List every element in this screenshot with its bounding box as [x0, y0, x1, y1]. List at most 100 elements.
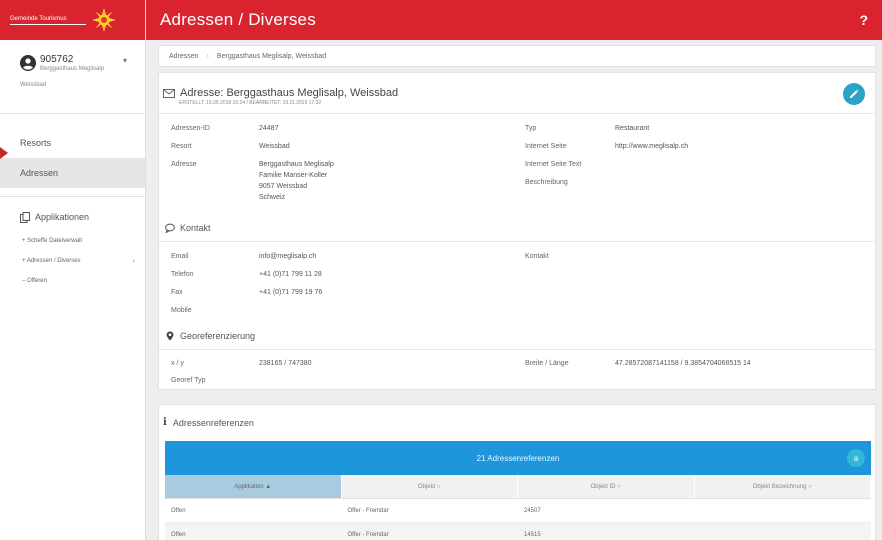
address-line: Familie Manser-Koller — [259, 172, 328, 179]
label-internet: Internet Seite — [525, 143, 567, 150]
value-fax: +41 (0)71 799 19 76 — [259, 289, 323, 296]
table-row[interactable]: Offen Offer - Fremdar 24507 — [165, 499, 871, 523]
table-cell: Offen — [171, 507, 186, 514]
sidebar-subitem[interactable]: + Scheffe Dateiverwalt — [0, 231, 145, 251]
references-table: Applikation ▲ Objekt ○ Objekt ID ○ Objek… — [165, 475, 871, 540]
sidebar-item-resorts[interactable]: Resorts — [0, 128, 145, 158]
account-circle-icon — [20, 55, 36, 71]
column-header-objekt[interactable]: Objekt ○ — [342, 475, 518, 498]
table-cell — [695, 523, 872, 540]
page-title: Adressen / Diverses — [160, 10, 316, 29]
chevron-right-icon: › — [132, 257, 135, 265]
mail-icon — [163, 88, 175, 98]
references-title: Adressenreferenzen — [172, 417, 254, 428]
pointer-arrow-icon — [0, 147, 8, 159]
label-resort: Resort — [171, 143, 192, 150]
address-title: Adresse: Berggasthaus Meglisalp, Weissba… — [180, 87, 399, 99]
breadcrumb-item-adressen[interactable]: Adressen — [169, 53, 199, 60]
value-adressen-id: 24487 — [259, 125, 279, 132]
help-button[interactable]: ? — [859, 12, 868, 28]
sidebar-item-adressen[interactable]: Adressen — [0, 158, 145, 188]
sidebar: Gemeinde Tourismus 905762 Berggasthaus M… — [0, 0, 146, 540]
user-text: 905762 Berggasthaus Meglisalp — [40, 54, 104, 72]
references-count: 21 Adressenreferenzen — [476, 453, 560, 463]
references-banner: 21 Adressenreferenzen a — [165, 441, 871, 475]
breadcrumb: Adressen › Berggasthaus Meglisalp, Weiss… — [158, 45, 876, 67]
kontakt-heading: Kontakt — [165, 223, 211, 233]
table-cell: 24507 — [524, 507, 541, 514]
user-subtitle: Berggasthaus Meglisalp — [40, 66, 105, 72]
divider — [159, 241, 875, 242]
label-beschreibung: Beschreibung — [525, 179, 568, 186]
address-line: 9057 Weissbad — [259, 183, 308, 190]
label-fax: Fax — [171, 289, 183, 296]
references-action-button[interactable]: a — [847, 449, 865, 467]
user-id: 905762 — [40, 54, 74, 65]
address-line: Schweiz — [259, 194, 286, 201]
top-bar: Adressen / Diverses ? — [146, 0, 882, 40]
copy-icon — [20, 211, 30, 223]
address-meta: ERSTELLT: 15.05.2018 10:24 / BEARBEITET:… — [179, 100, 322, 106]
user-box[interactable]: 905762 Berggasthaus Meglisalp Weissbad ▾ — [0, 40, 145, 114]
label-adresse: Adresse — [171, 161, 197, 168]
chevron-down-icon[interactable]: ▾ — [123, 56, 127, 65]
column-header-applikation[interactable]: Applikation ▲ — [165, 475, 342, 498]
address-card: Adresse: Berggasthaus Meglisalp, Weissba… — [158, 72, 876, 390]
divider — [159, 349, 875, 350]
label-breite-laenge: Breite / Länge — [525, 360, 569, 367]
value-xy: 238165 / 747380 — [259, 360, 312, 367]
breadcrumb-item-current: Berggasthaus Meglisalp, Weissbad — [216, 52, 327, 60]
table-cell — [695, 499, 872, 522]
column-header-objekt-id[interactable]: Objekt ID ○ — [518, 475, 695, 498]
table-cell: Offer - Fremdar — [347, 507, 389, 514]
value-breite-laenge: 47.28572087141158 / 9.3854704068515 14 — [615, 360, 751, 367]
user-row: 905762 Berggasthaus Meglisalp — [20, 54, 137, 72]
value-adresse: Berggasthaus Meglisalp Familie Manser-Ko… — [259, 159, 334, 203]
value-resort: Weissbad — [259, 143, 290, 150]
label-kontakt: Kontakt — [525, 253, 549, 260]
references-heading: i Adressenreferenzen — [163, 417, 254, 428]
chat-bubble-icon — [165, 223, 175, 233]
info-icon: i — [163, 417, 167, 428]
label-xy: x / y — [171, 360, 184, 367]
kontakt-title: Kontakt — [180, 223, 211, 233]
label-telefon: Telefon — [171, 271, 194, 278]
value-typ: Restaurant — [615, 125, 650, 132]
logo-bar[interactable]: Gemeinde Tourismus — [0, 0, 145, 40]
label-mobile: Mobile — [171, 307, 192, 314]
sidebar-subitem-label: + Adressen / Diverses — [22, 258, 81, 264]
value-email-link[interactable]: info@meglisalp.ch — [259, 251, 316, 262]
address-line: Berggasthaus Meglisalp — [259, 161, 334, 168]
label-email: Email — [171, 253, 189, 260]
sun-logo-icon — [92, 8, 116, 32]
sidebar-divider — [0, 196, 145, 197]
value-internet-link[interactable]: http://www.meglisalp.ch — [615, 141, 688, 152]
sidebar-subitem-adressen[interactable]: + Adressen / Diverses › — [0, 251, 145, 271]
app-root: Gemeinde Tourismus 905762 Berggasthaus M… — [0, 0, 882, 540]
label-adressen-id: Adressen-ID — [171, 125, 210, 132]
breadcrumb-separator-icon: › — [206, 52, 209, 60]
address-title-row: Adresse: Berggasthaus Meglisalp, Weissba… — [163, 87, 398, 99]
value-telefon: +41 (0)71 799 11 28 — [259, 271, 322, 278]
geo-title: Georeferenzierung — [180, 331, 256, 341]
applications-heading[interactable]: Applikationen — [0, 209, 145, 225]
table-cell: Offen — [171, 531, 186, 538]
logo-text: Gemeinde Tourismus — [10, 16, 86, 25]
edit-button[interactable] — [843, 83, 865, 105]
pencil-icon — [850, 89, 859, 98]
label-typ: Typ — [525, 125, 537, 132]
sidebar-subitem[interactable]: – Offeren — [0, 271, 145, 291]
column-header-objekt-bezeichnung[interactable]: Objekt Bezeichnung ○ — [695, 475, 871, 498]
table-cell: Offer - Fremdar — [347, 531, 389, 538]
map-pin-icon — [166, 331, 174, 341]
applications-title: Applikationen — [35, 212, 90, 222]
label-georef-typ: Georef Typ — [171, 377, 206, 384]
table-header-row: Applikation ▲ Objekt ○ Objekt ID ○ Objek… — [165, 475, 871, 499]
geo-heading: Georeferenzierung — [165, 331, 255, 341]
table-row[interactable]: Offen Offer - Fremdar 14515 — [165, 523, 871, 540]
label-internet-text: Internet Seite Text — [525, 161, 582, 168]
table-cell: 14515 — [524, 531, 541, 538]
user-location: Weissbad — [20, 82, 47, 88]
divider — [159, 113, 875, 114]
references-card: i Adressenreferenzen 21 Adressenreferenz… — [158, 404, 876, 540]
